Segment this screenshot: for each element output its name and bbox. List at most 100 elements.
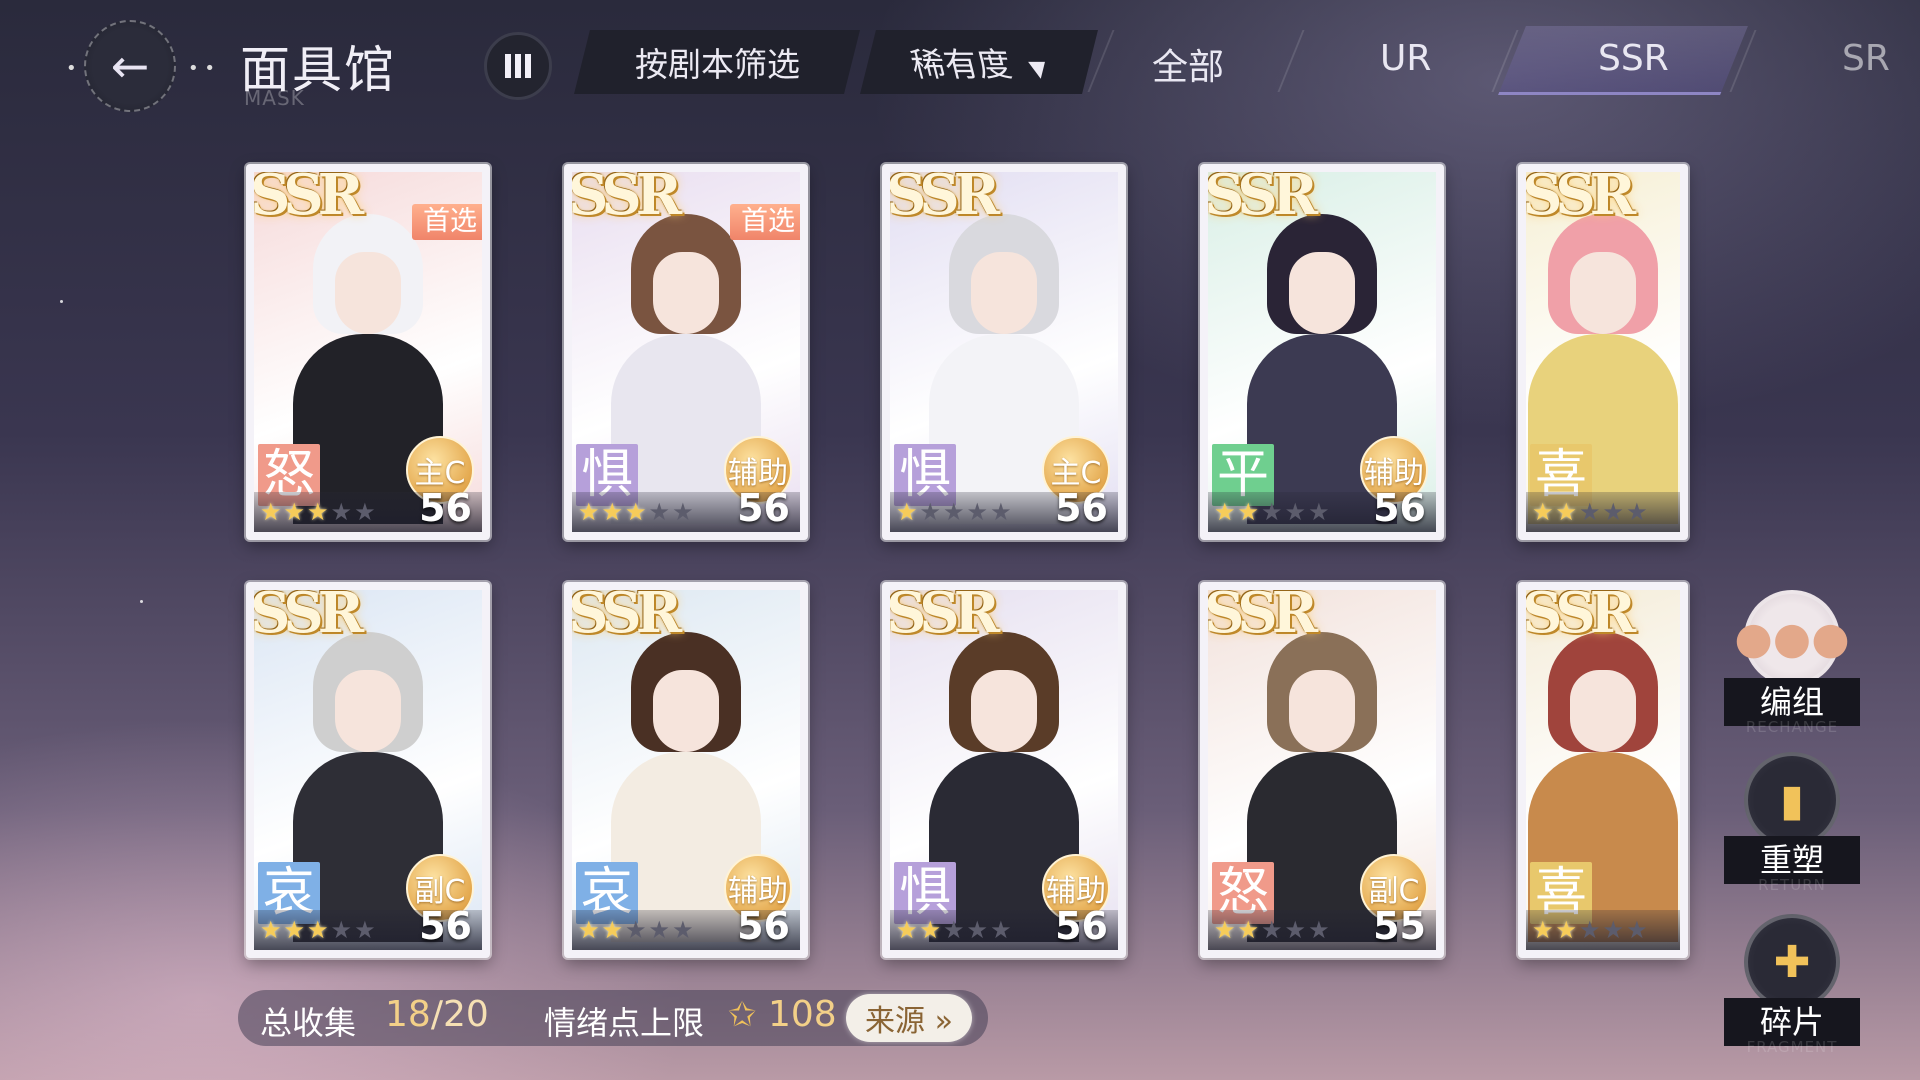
star-filled-icon: ★ [307, 498, 329, 526]
collect-count: 18/20 [385, 994, 489, 1035]
card-level: 56 [419, 486, 472, 530]
card-level: 56 [419, 904, 472, 948]
card-info-bar: ★ ★ ★ ★ ★ 55 [1208, 904, 1436, 950]
emotion-star-icon: ✩ [728, 995, 757, 1035]
mask-card[interactable]: SSR 惧主C ★ ★ ★ ★ ★ 56 [882, 164, 1126, 540]
star-empty-icon: ★ [1284, 498, 1307, 526]
star-filled-icon: ★ [283, 498, 306, 526]
star-filled-icon: ★ [260, 498, 282, 526]
card-level: 56 [1055, 904, 1108, 948]
card-info-bar: ★ ★ ★ ★ ★ 56 [1208, 486, 1436, 532]
rarity-badge: SSR [254, 590, 364, 646]
rarity-badge: SSR [572, 590, 682, 646]
star-empty-icon: ★ [990, 916, 1012, 944]
rarity-dropdown[interactable]: 稀有度 ▼ [860, 30, 1098, 94]
mask-card[interactable]: SSR 惧辅助 ★ ★ ★ ★ ★ 56 [882, 582, 1126, 958]
mask-card[interactable]: SSR 首选怒主C ★ ★ ★ ★ ★ 56 [246, 164, 490, 540]
sparkle [140, 600, 143, 603]
rarity-badge: SSR [1208, 590, 1318, 646]
star-filled-icon: ★ [578, 916, 600, 944]
sparkle [60, 300, 63, 303]
preferred-tag: 首选 [730, 204, 800, 240]
card-art: SSR 平辅助 ★ ★ ★ ★ ★ 56 [1208, 172, 1436, 532]
star-filled-icon: ★ [919, 916, 942, 944]
preferred-tag: 首选 [412, 204, 482, 240]
card-info-bar: ★ ★ ★ ★ ★ 56 [890, 904, 1118, 950]
card-info-bar: ★ ★ ★ ★ ★ 56 [572, 904, 800, 950]
star-filled-icon: ★ [1214, 916, 1236, 944]
star-empty-icon: ★ [1579, 498, 1601, 526]
star-filled-icon: ★ [1532, 916, 1554, 944]
card-art: SSR 哀辅助 ★ ★ ★ ★ ★ 56 [572, 590, 800, 950]
card-art: SSR 惧主C ★ ★ ★ ★ ★ 56 [890, 172, 1118, 532]
rarity-badge: SSR [890, 590, 1000, 646]
star-filled-icon: ★ [601, 498, 624, 526]
star-filled-icon: ★ [625, 498, 647, 526]
card-info-bar: ★ ★ ★ ★ ★ [1526, 492, 1680, 532]
reshape-card-icon: ▮ [1744, 752, 1840, 848]
tab-all[interactable]: 全部 [1152, 38, 1224, 90]
star-filled-icon: ★ [1532, 498, 1554, 526]
caret-down-icon: ▼ [1026, 57, 1051, 82]
reshape-sublabel: RETURN [1758, 876, 1826, 894]
portrait-face [335, 670, 401, 752]
rarity-badge: SSR [890, 172, 1000, 228]
menu-bars-icon [505, 54, 511, 78]
group-sublabel: RECHANGE [1745, 718, 1839, 736]
star-empty-icon: ★ [648, 916, 671, 944]
star-filled-icon: ★ [896, 916, 918, 944]
grid-view-button[interactable] [484, 32, 552, 100]
script-filter-button[interactable]: 按剧本筛选 [574, 30, 860, 94]
back-arrow-icon: ← [110, 39, 150, 93]
card-level: 56 [1055, 486, 1108, 530]
star-empty-icon: ★ [354, 498, 376, 526]
star-empty-icon: ★ [354, 916, 376, 944]
card-art: SSR 哀副C ★ ★ ★ ★ ★ 56 [254, 590, 482, 950]
star-filled-icon: ★ [260, 916, 282, 944]
collect-label: 总收集 [260, 1004, 357, 1042]
mask-card[interactable]: SSR 喜 ★ ★ ★ ★ ★ [1518, 582, 1688, 958]
mask-card[interactable]: SSR 哀辅助 ★ ★ ★ ★ ★ 56 [564, 582, 808, 958]
collect-count-value: 18 [385, 994, 431, 1035]
star-empty-icon: ★ [943, 498, 965, 526]
page-subtitle: MASK [244, 86, 305, 110]
tab-ur[interactable]: UR [1380, 38, 1431, 79]
card-level: 56 [1373, 486, 1426, 530]
star-filled-icon: ★ [896, 498, 918, 526]
tab-ssr[interactable]: SSR [1598, 38, 1669, 79]
mask-card[interactable]: SSR 怒副C ★ ★ ★ ★ ★ 55 [1200, 582, 1444, 958]
source-button[interactable]: 来源 » [846, 994, 972, 1042]
portrait-face [335, 252, 401, 334]
star-filled-icon: ★ [1237, 498, 1260, 526]
mask-card[interactable]: SSR 喜 ★ ★ ★ ★ ★ [1518, 164, 1688, 540]
portrait-face [1570, 252, 1636, 334]
puzzle-icon: ✚ [1744, 914, 1840, 1010]
decor-dot: • • [188, 58, 215, 79]
star-empty-icon: ★ [1602, 498, 1625, 526]
tab-divider [1277, 30, 1305, 92]
portrait-face [971, 252, 1037, 334]
card-art: SSR 怒副C ★ ★ ★ ★ ★ 55 [1208, 590, 1436, 950]
star-filled-icon: ★ [1555, 916, 1578, 944]
emotion-limit-label: 情绪点上限 [544, 1004, 705, 1042]
star-filled-icon: ★ [578, 498, 600, 526]
rarity-badge: SSR [572, 172, 682, 228]
group-icon: ●●● [1734, 590, 1850, 686]
fragment-sublabel: FRAGMENT [1746, 1038, 1838, 1056]
star-empty-icon: ★ [966, 498, 989, 526]
star-empty-icon: ★ [1261, 498, 1283, 526]
card-info-bar: ★ ★ ★ ★ ★ 56 [890, 486, 1118, 532]
star-empty-icon: ★ [1261, 916, 1283, 944]
mask-card[interactable]: SSR 首选惧辅助 ★ ★ ★ ★ ★ 56 [564, 164, 808, 540]
star-empty-icon: ★ [330, 498, 353, 526]
mask-card[interactable]: SSR 平辅助 ★ ★ ★ ★ ★ 56 [1200, 164, 1444, 540]
back-button[interactable]: ← [84, 20, 176, 112]
card-level: 55 [1373, 904, 1426, 948]
card-level: 56 [737, 486, 790, 530]
card-art: SSR 惧辅助 ★ ★ ★ ★ ★ 56 [890, 590, 1118, 950]
tab-sr[interactable]: SR [1842, 38, 1890, 79]
script-filter-label: 按剧本筛选 [634, 45, 800, 84]
collect-total-value: /20 [430, 994, 489, 1035]
mask-card[interactable]: SSR 哀副C ★ ★ ★ ★ ★ 56 [246, 582, 490, 958]
card-art: SSR 首选怒主C ★ ★ ★ ★ ★ 56 [254, 172, 482, 532]
